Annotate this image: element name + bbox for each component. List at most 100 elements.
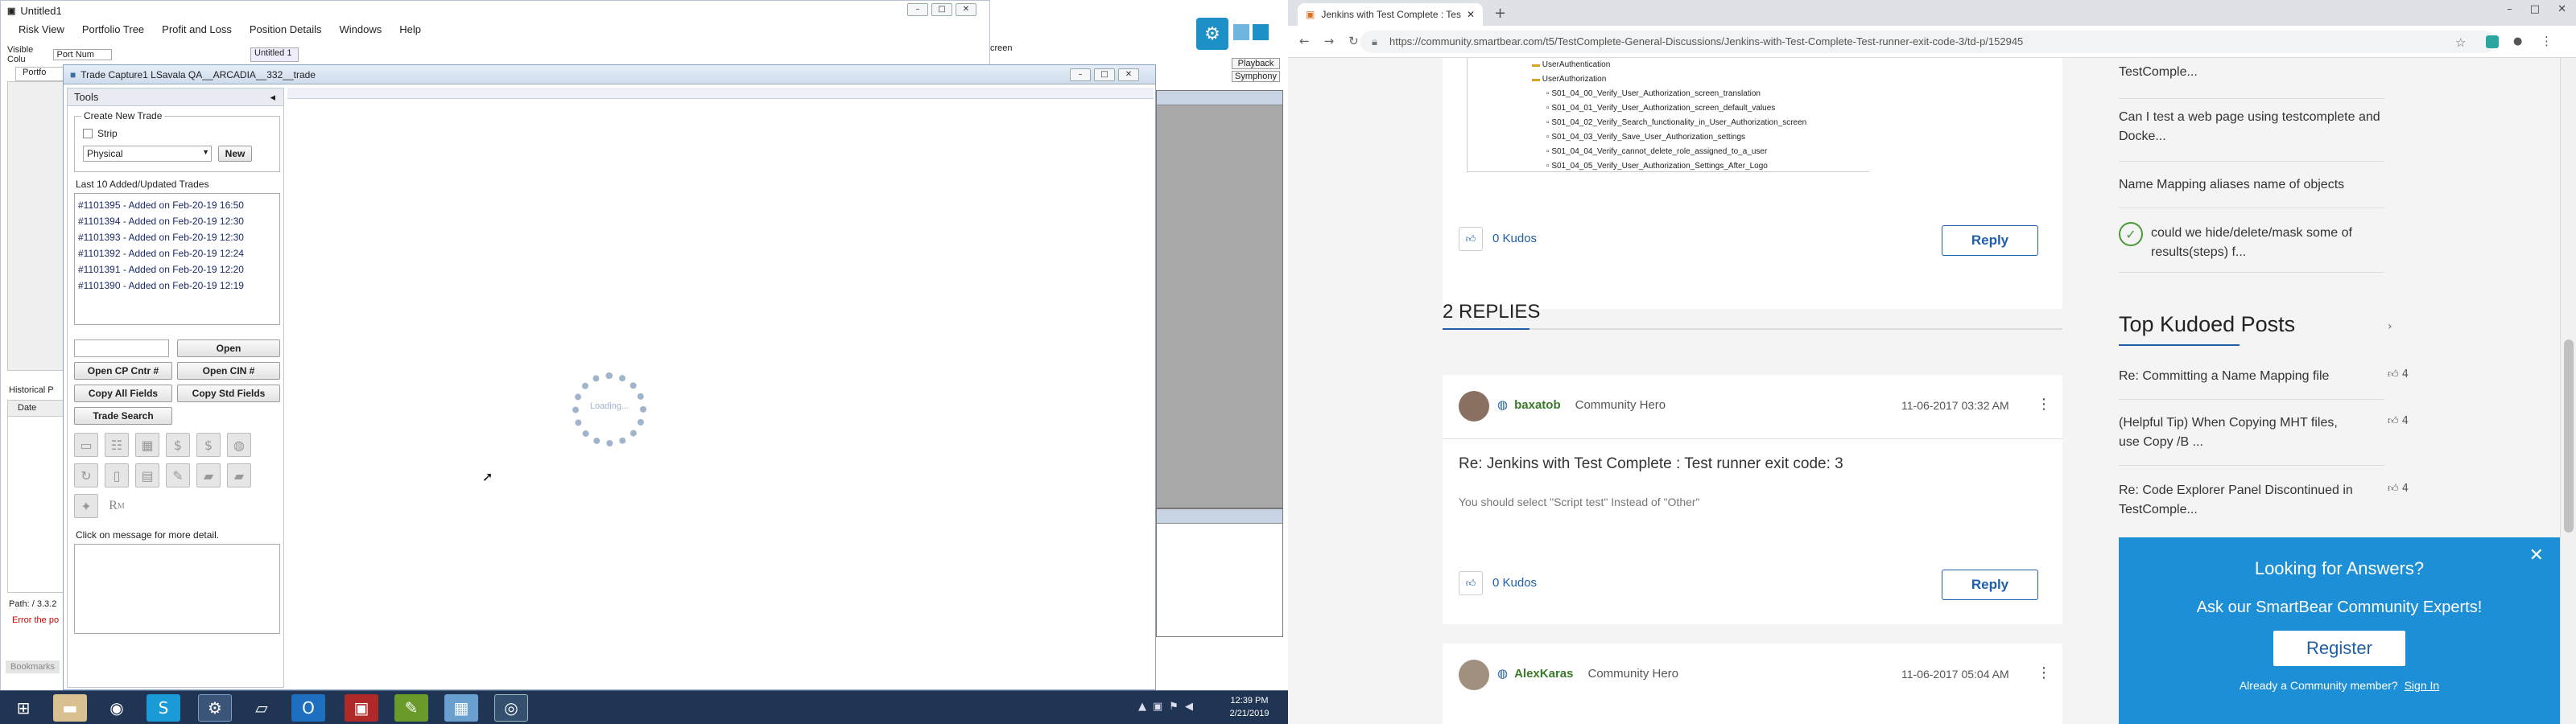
menu-position-details[interactable]: Position Details [250, 23, 322, 35]
menu-windows[interactable]: Windows [340, 23, 382, 35]
edit-icon[interactable]: ✎ [166, 463, 190, 487]
browser-close-icon[interactable]: ✕ [2557, 3, 2566, 15]
strip-checkbox[interactable] [83, 129, 93, 138]
open-cin-button[interactable]: Open CIN # [177, 362, 280, 380]
trade-close-button[interactable]: ✕ [1118, 68, 1139, 81]
scrollbar-thumb[interactable] [2564, 339, 2574, 533]
kudos-count[interactable]: 0 Kudos [1492, 232, 1537, 245]
folder-taskbar-icon[interactable]: ▱ [245, 694, 279, 722]
trade-number-input[interactable] [74, 339, 169, 357]
open-cp-button[interactable]: Open CP Cntr # [74, 362, 172, 380]
options-menu-icon[interactable]: ⋮ [2037, 396, 2051, 413]
minimize-button[interactable]: – [907, 3, 928, 16]
browser-tab[interactable]: ▣ Jenkins with Test Complete : Tes ✕ [1298, 3, 1483, 26]
menu-risk-view[interactable]: Risk View [19, 23, 64, 35]
menu-dots-icon[interactable]: ⋮ [2541, 34, 2553, 48]
bookmarks-tab[interactable]: Bookmarks [6, 660, 60, 673]
sidebar-link[interactable]: Can I test a web page using testcomplete… [2119, 108, 2384, 146]
tab-close-icon[interactable]: ✕ [1467, 9, 1475, 20]
signin-link[interactable]: Sign In [2405, 679, 2440, 692]
trade-search-button[interactable]: Trade Search [74, 407, 172, 425]
author-name[interactable]: baxatob [1514, 398, 1561, 412]
app-icon-6[interactable]: ▦ [444, 694, 478, 722]
calculator-icon[interactable]: ▦ [135, 433, 159, 457]
copy-all-fields-button[interactable]: Copy All Fields [74, 385, 172, 402]
back-icon[interactable]: ← [1299, 34, 1310, 48]
testcomplete-icon[interactable]: ◎ [494, 694, 528, 722]
reply-button[interactable]: Reply [1942, 225, 2038, 256]
user-icon[interactable]: ● [2513, 35, 2522, 47]
reload-icon[interactable]: ↻ [1348, 34, 1359, 48]
recent-trade-item[interactable]: #1101390 - Added on Feb-20-19 12:19 [78, 278, 276, 294]
folder-icon-2[interactable]: ▰ [227, 463, 251, 487]
tray-network-icon[interactable]: ▣ [1153, 701, 1162, 713]
rm-icon[interactable]: RM [105, 494, 129, 518]
reply-button[interactable]: Reply [1942, 570, 2038, 600]
options-menu-icon[interactable]: ⋮ [2037, 664, 2051, 681]
tab-historical[interactable]: Historical P [9, 385, 65, 395]
dropdown-arrow-icon[interactable]: ▼ [202, 148, 209, 156]
extension-icon[interactable] [2486, 35, 2499, 48]
port-num-select[interactable]: Port Num [52, 49, 112, 60]
app-taskbar-icon[interactable]: ⚙ [198, 694, 232, 722]
sidebar-link[interactable]: could we hide/delete/mask some of result… [2151, 224, 2384, 262]
clock[interactable]: 12:39 PM 2/21/2019 [1219, 694, 1280, 720]
file-explorer-icon[interactable]: ▬ [53, 694, 87, 722]
new-trade-button[interactable]: New [218, 146, 252, 162]
book-icon[interactable]: ▯ [105, 463, 129, 487]
toolbox-icon[interactable]: ▣ [345, 694, 378, 722]
register-button[interactable]: Register [2273, 631, 2405, 666]
blank-icon[interactable]: ▭ [74, 433, 98, 457]
trade-minimize-button[interactable]: – [1070, 68, 1091, 81]
chart-icon[interactable]: ☷ [105, 433, 129, 457]
symphony-label[interactable]: Symphony [1232, 71, 1280, 82]
recent-trade-item[interactable]: #1101395 - Added on Feb-20-19 16:50 [78, 197, 276, 213]
kudoed-link[interactable]: Re: Code Explorer Panel Discontinued in … [2119, 481, 2360, 520]
author-name[interactable]: AlexKaras [1514, 667, 1573, 681]
bookmark-star-icon[interactable]: ☆ [2455, 35, 2466, 50]
maximize-button[interactable]: □ [931, 3, 952, 16]
tab-untitled-1[interactable]: Untitled 1 [250, 47, 299, 62]
recent-trade-item[interactable]: #1101394 - Added on Feb-20-19 12:30 [78, 213, 276, 229]
panel-icon[interactable] [1233, 24, 1249, 40]
panel-icon-2[interactable] [1253, 24, 1269, 40]
kudoed-link[interactable]: Re: Committing a Name Mapping file [2119, 367, 2360, 386]
grid-icon[interactable]: ▤ [135, 463, 159, 487]
close-button[interactable]: ✕ [956, 3, 976, 16]
message-box[interactable] [74, 544, 280, 634]
trade-maximize-button[interactable]: □ [1094, 68, 1115, 81]
browser-maximize-icon[interactable]: □ [2530, 3, 2540, 15]
url-field[interactable]: 🔒︎ https://community.smartbear.com/t5/Te… [1360, 31, 2496, 53]
tab-portfolio[interactable]: Portfo [15, 67, 64, 81]
tool-icon[interactable]: ✦ [74, 494, 98, 518]
avatar[interactable] [1459, 391, 1489, 422]
refresh-icon[interactable]: ↻ [74, 463, 98, 487]
dollar-icon-2[interactable]: $ [196, 433, 221, 457]
tray-flag-icon[interactable]: ⚑ [1169, 701, 1179, 713]
dollar-icon[interactable]: $ [166, 433, 190, 457]
outlook-icon[interactable]: O [291, 694, 325, 722]
start-button-icon[interactable]: ⊞ [6, 694, 40, 722]
menu-profit-loss[interactable]: Profit and Loss [162, 23, 232, 35]
recent-trade-item[interactable]: #1101393 - Added on Feb-20-19 12:30 [78, 229, 276, 245]
notepad-icon[interactable]: ✎ [394, 694, 428, 722]
new-tab-icon[interactable]: + [1494, 5, 1506, 22]
skype-icon[interactable]: S [147, 694, 180, 722]
tray-up-icon[interactable]: ▲ [1138, 701, 1146, 713]
tray-volume-icon[interactable]: ◀ [1185, 701, 1193, 713]
page-scrollbar[interactable] [2560, 58, 2576, 724]
sidebar-link[interactable]: Name Mapping aliases name of objects [2119, 175, 2384, 195]
trade-type-select[interactable]: Physical ▼ [83, 146, 212, 162]
collapse-arrow-icon[interactable]: ◂ [270, 91, 275, 104]
recent-trade-item[interactable]: #1101392 - Added on Feb-20-19 12:24 [78, 245, 276, 261]
chrome-icon[interactable]: ◉ [100, 694, 134, 722]
avatar[interactable] [1459, 660, 1489, 690]
menu-portfolio-tree[interactable]: Portfolio Tree [82, 23, 144, 35]
kudos-count[interactable]: 0 Kudos [1492, 576, 1537, 590]
kudo-thumb-icon[interactable]: 👍︎ [1459, 571, 1483, 595]
globe-icon[interactable]: ◍ [227, 433, 251, 457]
recent-trade-item[interactable]: #1101391 - Added on Feb-20-19 12:20 [78, 261, 276, 278]
playback-label[interactable]: Playback [1232, 58, 1280, 69]
kudo-thumb-icon[interactable]: 👍︎ [1459, 227, 1483, 251]
folder-icon[interactable]: ▰ [196, 463, 221, 487]
